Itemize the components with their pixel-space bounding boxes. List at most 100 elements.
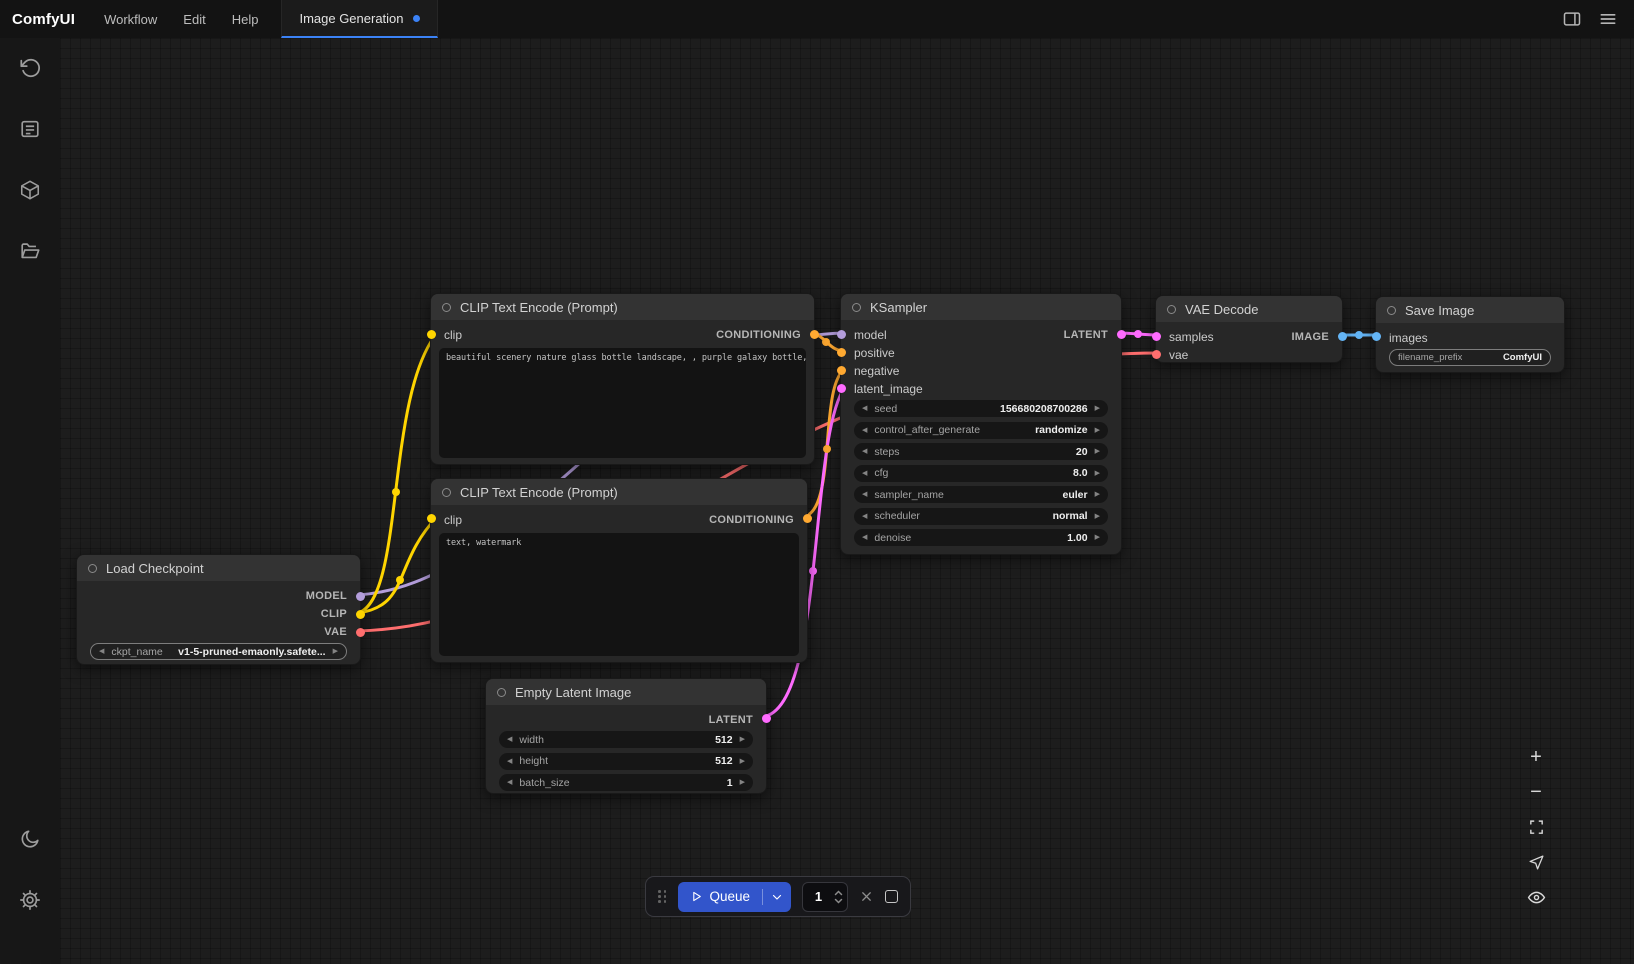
stepper-down-icon[interactable] [834,898,843,904]
input-dot-positive[interactable] [837,348,846,357]
widget-batch-size[interactable]: ◀ batch_size 1 ▶ [499,774,753,791]
output-dot-vae[interactable] [356,628,365,637]
next-arrow-icon[interactable]: ▶ [333,648,338,655]
widget-control-after-generate[interactable]: ◀ control_after_generate randomize ▶ [854,422,1108,439]
widget-cfg[interactable]: ◀ cfg 8.0 ▶ [854,465,1108,482]
next-arrow-icon[interactable]: ▶ [1095,470,1100,477]
output-dot-clip[interactable] [356,610,365,619]
prev-arrow-icon[interactable]: ◀ [99,648,104,655]
next-arrow-icon[interactable]: ▶ [1095,491,1100,498]
collapse-dot-icon[interactable] [497,688,506,697]
panel-toggle-button[interactable] [1562,9,1582,29]
node-empty-latent-image[interactable]: Empty Latent Image LATENT ◀ width 512 ▶ … [485,678,767,794]
prev-arrow-icon[interactable]: ◀ [507,758,512,765]
prev-arrow-icon[interactable]: ◀ [862,513,867,520]
prev-arrow-icon[interactable]: ◀ [862,534,867,541]
link-midpoint-dot[interactable] [1355,331,1363,339]
input-dot-clip[interactable] [427,330,436,339]
next-arrow-icon[interactable]: ▶ [740,758,745,765]
zoom-out-button[interactable]: − [1520,777,1552,808]
output-dot-latent[interactable] [762,714,771,723]
node-clip-text-encode-negative[interactable]: CLIP Text Encode (Prompt) clip CONDITION… [430,478,808,663]
node-load-checkpoint[interactable]: Load Checkpoint MODEL CLIP VAE ◀ ckpt_na… [76,554,361,665]
queue-options-button[interactable] [763,882,791,912]
clear-queue-button[interactable] [859,889,874,904]
collapse-dot-icon[interactable] [442,303,451,312]
output-dot-latent[interactable] [1117,330,1126,339]
collapse-dot-icon[interactable] [88,564,97,573]
fit-view-button[interactable] [1520,812,1552,843]
batch-count-stepper[interactable]: 1 [802,882,848,912]
widget-denoise[interactable]: ◀ denoise 1.00 ▶ [854,529,1108,546]
prev-arrow-icon[interactable]: ◀ [862,405,867,412]
queue-button[interactable]: Queue [678,882,763,912]
node-canvas[interactable]: Load Checkpoint MODEL CLIP VAE ◀ ckpt_na… [60,38,1634,964]
output-dot-conditioning[interactable] [803,514,812,523]
hamburger-menu-button[interactable] [1598,9,1618,29]
link-midpoint-dot[interactable] [396,576,404,584]
sidebar-settings-button[interactable] [10,880,50,920]
output-dot-image[interactable] [1338,332,1347,341]
widget-steps[interactable]: ◀ steps 20 ▶ [854,443,1108,460]
wire-clip-link-negative[interactable] [358,517,437,613]
input-dot-images[interactable] [1372,332,1381,341]
drag-handle-icon[interactable] [658,890,667,903]
sidebar-theme-toggle-button[interactable] [10,819,50,859]
sidebar-node-library-button[interactable] [10,109,50,149]
prev-arrow-icon[interactable]: ◀ [507,779,512,786]
next-arrow-icon[interactable]: ▶ [1095,448,1100,455]
collapse-dot-icon[interactable] [442,488,451,497]
next-arrow-icon[interactable]: ▶ [1095,405,1100,412]
next-arrow-icon[interactable]: ▶ [1095,513,1100,520]
widget-width[interactable]: ◀ width 512 ▶ [499,731,753,748]
widget-sampler-name[interactable]: ◀ sampler_name euler ▶ [854,486,1108,503]
link-midpoint-dot[interactable] [809,567,817,575]
next-arrow-icon[interactable]: ▶ [740,779,745,786]
node-clip-text-encode-positive[interactable]: CLIP Text Encode (Prompt) clip CONDITION… [430,293,815,465]
collapse-dot-icon[interactable] [1387,306,1396,315]
sidebar-model-library-button[interactable] [10,170,50,210]
prompt-textarea[interactable]: text, watermark [439,533,799,656]
stop-button[interactable] [885,890,898,903]
node-header[interactable]: CLIP Text Encode (Prompt) [431,294,814,320]
prev-arrow-icon[interactable]: ◀ [862,470,867,477]
input-dot-negative[interactable] [837,366,846,375]
link-midpoint-dot[interactable] [1134,330,1142,338]
node-header[interactable]: Load Checkpoint [77,555,360,581]
link-midpoint-dot[interactable] [823,445,831,453]
menu-help[interactable]: Help [219,0,272,38]
prompt-textarea[interactable]: beautiful scenery nature glass bottle la… [439,348,806,458]
node-save-image[interactable]: Save Image images filename_prefix ComfyU… [1375,296,1565,373]
output-dot-conditioning[interactable] [810,330,819,339]
menu-edit[interactable]: Edit [170,0,218,38]
node-header[interactable]: KSampler [841,294,1121,320]
zoom-in-button[interactable]: + [1520,742,1552,773]
collapse-dot-icon[interactable] [1167,305,1176,314]
input-dot-clip[interactable] [427,514,436,523]
widget-filename-prefix[interactable]: filename_prefix ComfyUI [1389,349,1551,366]
input-dot-samples[interactable] [1152,332,1161,341]
input-dot-model[interactable] [837,330,846,339]
collapse-dot-icon[interactable] [852,303,861,312]
prev-arrow-icon[interactable]: ◀ [507,736,512,743]
prev-arrow-icon[interactable]: ◀ [862,427,867,434]
toggle-visibility-button[interactable] [1520,882,1552,913]
node-header[interactable]: VAE Decode [1156,296,1342,322]
input-dot-latent-image[interactable] [837,384,846,393]
next-arrow-icon[interactable]: ▶ [1095,427,1100,434]
prev-arrow-icon[interactable]: ◀ [862,448,867,455]
prev-arrow-icon[interactable]: ◀ [862,491,867,498]
sidebar-workflows-button[interactable] [10,231,50,271]
widget-seed[interactable]: ◀ seed 156680208700286 ▶ [854,400,1108,417]
node-vae-decode[interactable]: VAE Decode samples IMAGE vae [1155,295,1343,363]
node-ksampler[interactable]: KSampler model LATENT positive negative … [840,293,1122,555]
next-arrow-icon[interactable]: ▶ [1095,534,1100,541]
node-header[interactable]: Empty Latent Image [486,679,766,705]
sidebar-history-button[interactable] [10,48,50,88]
widget-height[interactable]: ◀ height 512 ▶ [499,753,753,770]
select-mode-button[interactable] [1520,847,1552,878]
wire-clip-link-positive[interactable] [358,333,437,613]
link-midpoint-dot[interactable] [392,488,400,496]
menu-workflow[interactable]: Workflow [91,0,170,38]
node-header[interactable]: CLIP Text Encode (Prompt) [431,479,807,505]
